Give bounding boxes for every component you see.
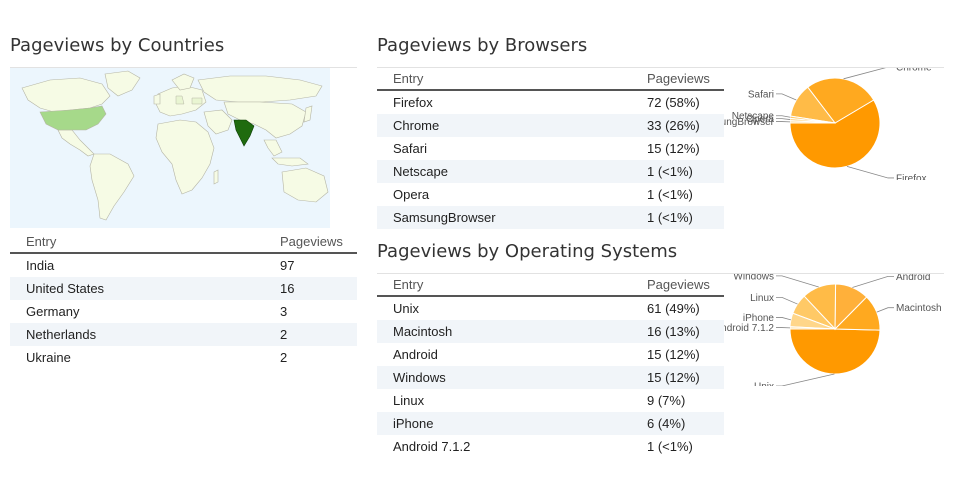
pie-label-leader [776,115,791,118]
browser-name: Firefox [393,95,433,110]
countries-table: Entry Pageviews India 97 United States 1… [10,230,357,369]
map-madagascar [213,169,219,185]
os-pageviews: 6 (4%) [647,412,724,435]
os-pageviews: 16 (13%) [647,320,724,343]
country-name: India [26,258,55,273]
pie-label: SamsungBrowser [724,117,775,128]
table-row: Linux 9 (7%) [377,389,724,412]
pageviews-column-header[interactable]: Pageviews [647,67,724,91]
pie-label-leader [776,93,797,101]
pie-label: Firefox [896,173,927,180]
browser-pageviews: 15 (12%) [647,141,700,156]
pie-slice-unix[interactable] [789,328,881,375]
pie-label-leader [776,275,819,288]
os-name: Windows [377,366,647,389]
table-row: Germany 3 [10,300,357,323]
map-ukraine [191,97,203,105]
pie-label: Chrome [896,68,932,74]
os-title: Pageviews by Operating Systems [377,241,678,262]
pie-label-leader [846,166,894,179]
pie-label-leader [876,307,894,313]
entry-column-header[interactable]: Entry [377,67,647,91]
os-name: Macintosh [377,320,647,343]
country-pageviews: 2 [280,323,357,346]
table-row: Opera 1 (<1%) [377,183,724,206]
pageviews-column-header[interactable]: Pageviews [280,230,357,254]
pie-label: Android 7.1.2 [724,323,774,334]
country-name: Netherlands [10,323,280,346]
table-row: Windows 15 (12%) [377,366,724,389]
browser-pageviews: 33 (26%) [647,114,724,137]
browser-pageviews: 1 (<1%) [647,206,724,229]
browser-name: Opera [393,187,430,202]
table-row: Firefox 72 (58%) [377,90,724,114]
country-name: United States [10,277,280,300]
country-pageviews: 16 [280,277,357,300]
table-row: Netherlands 2 [10,323,357,346]
os-pageviews: 9 (7%) [647,393,686,408]
pageviews-column-header[interactable]: Pageviews [647,273,724,297]
os-pageviews: 61 (49%) [647,301,700,316]
browsers-table: Entry Pageviews Firefox 72 (58%) Chrome … [377,67,724,229]
table-row: Android 7.1.2 1 (<1%) [377,435,724,458]
table-row: Chrome 33 (26%) [377,114,724,137]
browser-pageviews: 1 (<1%) [647,160,724,183]
browsers-title: Pageviews by Browsers [377,35,588,56]
countries-title: Pageviews by Countries [10,35,225,56]
os-pageviews: 15 (12%) [647,366,724,389]
os-name: Linux [393,393,425,408]
table-row: iPhone 6 (4%) [377,412,724,435]
browser-name: Safari [393,141,427,156]
countries-table-header: Entry Pageviews [10,230,357,254]
pie-label-leader [776,317,792,321]
pie-label: Safari [748,89,774,100]
browser-name: SamsungBrowser [377,206,647,229]
world-map[interactable] [10,68,330,228]
table-row: Ukraine 2 [10,346,357,369]
pie-label: Macintosh [896,303,942,314]
os-name: Android 7.1.2 [393,439,471,454]
browser-pageviews: 72 (58%) [647,95,700,110]
os-name: iPhone [377,412,647,435]
pie-label: Windows [733,274,774,282]
pie-label-leader [776,373,835,386]
country-name: Ukraine [26,350,71,365]
browsers-table-header: Entry Pageviews [377,67,724,91]
browser-name: Chrome [377,114,647,137]
country-pageviews: 3 [280,304,288,319]
pie-label-leader [852,276,894,288]
pie-label-leader [843,68,886,80]
browsers-pie-chart[interactable]: FirefoxChromeSafariNetscapeOperaSamsungB… [724,68,944,180]
os-pageviews: 15 (12%) [647,347,700,362]
os-table: Entry Pageviews Unix 61 (49%) Macintosh … [377,273,724,458]
table-row: Netscape 1 (<1%) [377,160,724,183]
country-name: Germany [26,304,80,319]
os-pie-chart[interactable]: UnixMacintoshAndroidWindowsLinuxiPhoneAn… [724,274,944,386]
country-pageviews: 2 [280,350,288,365]
map-uk [153,93,161,105]
os-table-header: Entry Pageviews [377,273,724,297]
os-name: Unix [393,301,420,316]
pie-label: Android [896,274,930,283]
table-row: Safari 15 (12%) [377,137,724,160]
pie-label: Unix [754,381,774,386]
table-row: United States 16 [10,277,357,300]
browser-pageviews: 1 (<1%) [647,187,693,202]
table-row: Android 15 (12%) [377,343,724,366]
table-row: SamsungBrowser 1 (<1%) [377,206,724,229]
country-pageviews: 97 [280,258,295,273]
os-pageviews: 1 (<1%) [647,439,693,454]
table-row: India 97 [10,253,357,277]
entry-column-header[interactable]: Entry [10,230,280,254]
table-row: Macintosh 16 (13%) [377,320,724,343]
pie-label: Linux [750,293,774,304]
browser-name: Netscape [377,160,647,183]
pie-label-leader [776,297,798,305]
pie-label-leader [776,118,791,120]
os-name: Android [393,347,438,362]
entry-column-header[interactable]: Entry [377,273,647,297]
table-row: Unix 61 (49%) [377,296,724,320]
